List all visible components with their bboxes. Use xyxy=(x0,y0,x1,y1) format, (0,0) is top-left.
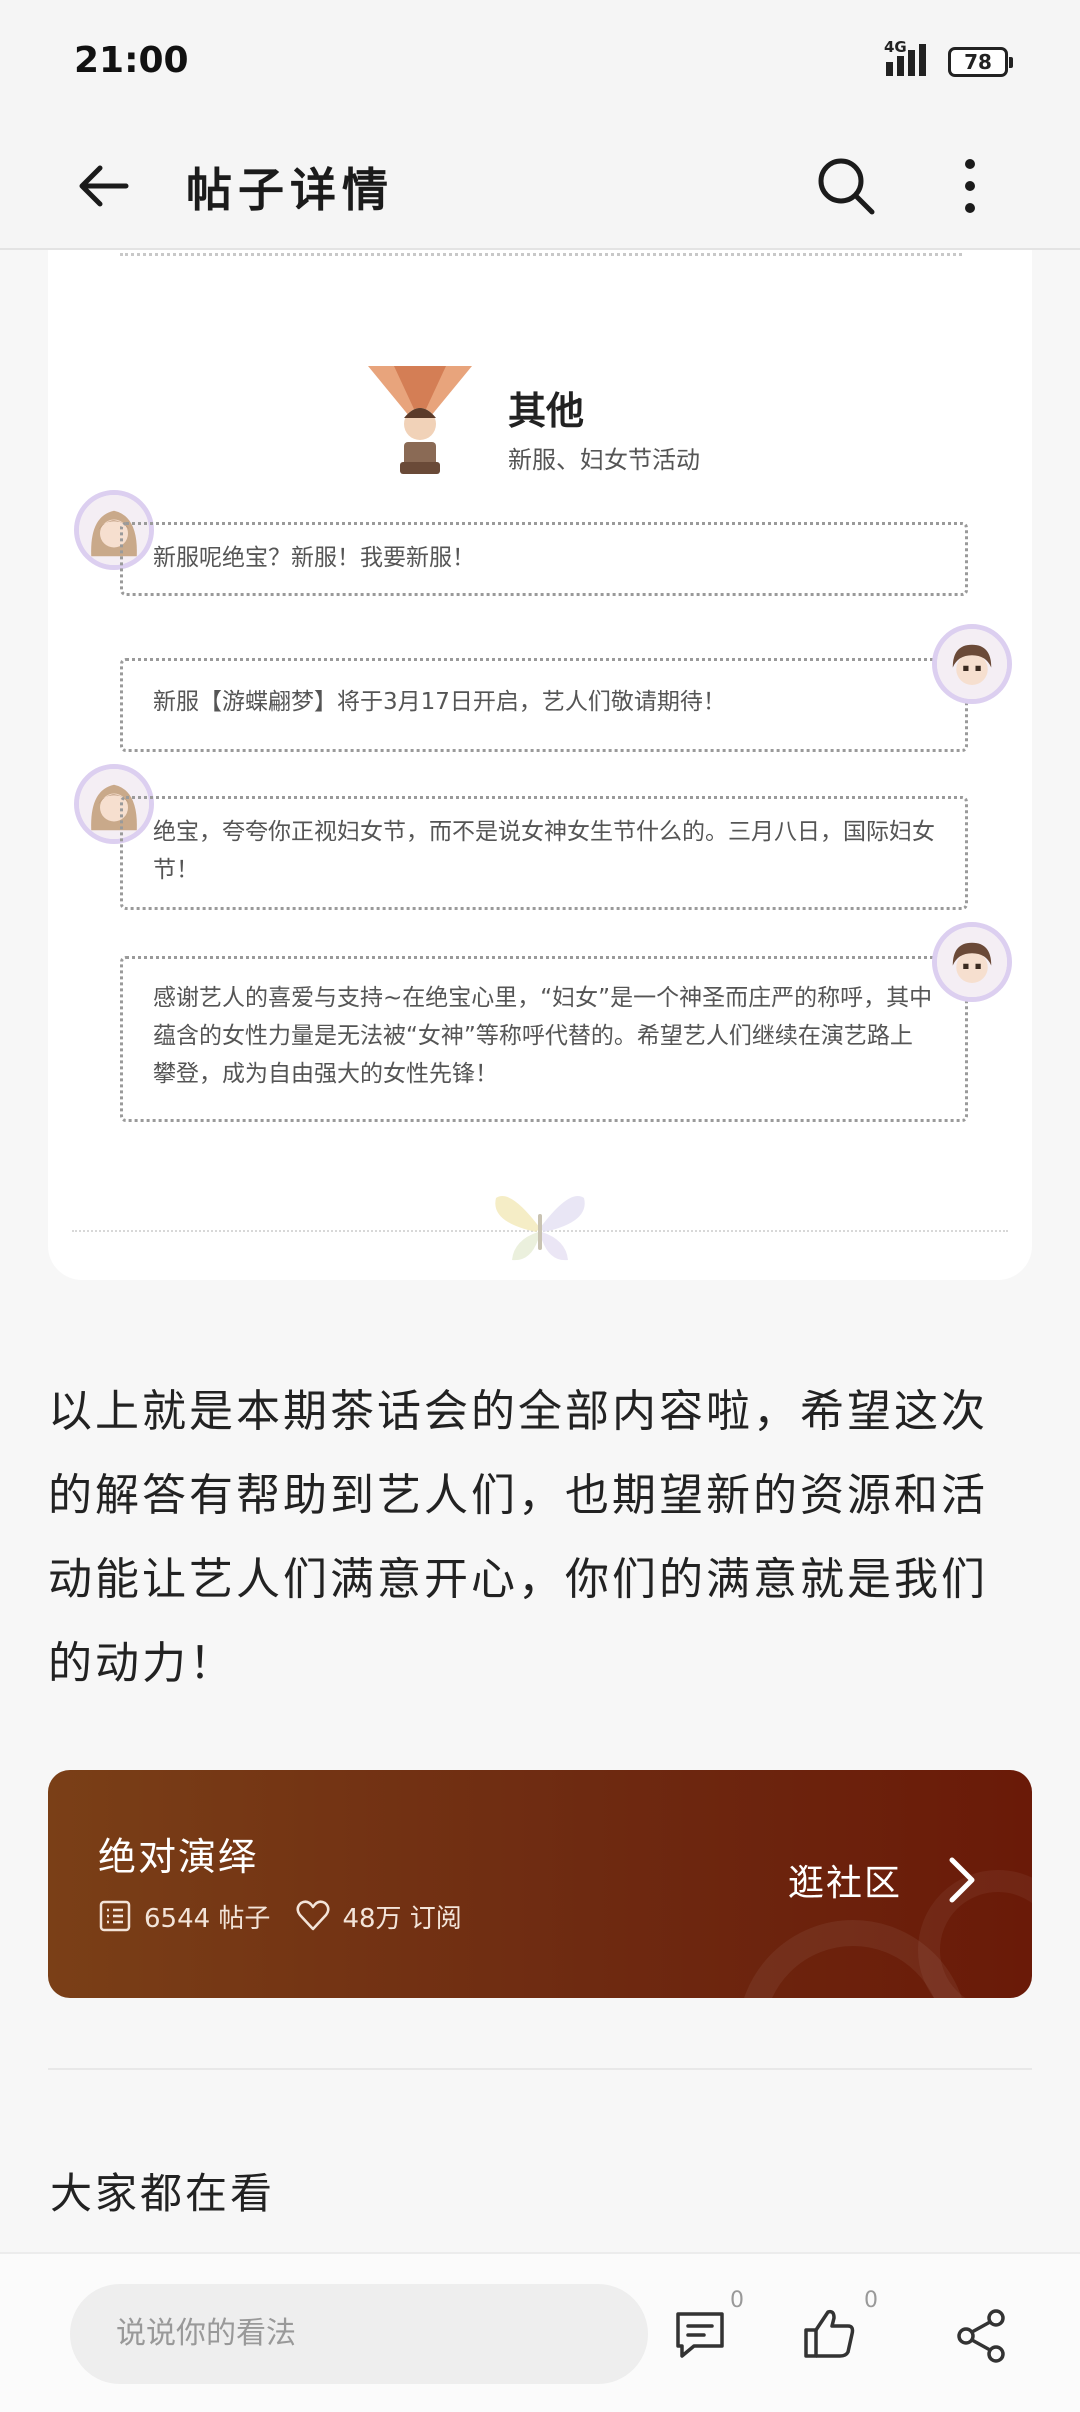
male-avatar-icon xyxy=(932,922,1012,1002)
chat-bubble: 感谢艺人的喜爱与支持~在绝宝心里，“妇女”是一个神圣而庄严的称呼，其中蕴含的女性… xyxy=(120,956,968,1122)
section-title: 其他 xyxy=(508,389,585,433)
status-bar: 21:00 4G 78 xyxy=(0,0,1080,124)
hot-air-balloon-illustration xyxy=(368,366,472,474)
chat-bubble: 新服呢绝宝？新服！我要新服！ xyxy=(120,522,968,596)
comment-count: 0 xyxy=(730,2288,744,2313)
section-subtitle: 新服、妇女节活动 xyxy=(508,446,700,474)
app-bar: 帖子详情 xyxy=(0,124,1080,250)
male-avatar-icon xyxy=(932,624,1012,704)
thumbs-up-icon[interactable] xyxy=(800,2304,860,2364)
share-icon[interactable] xyxy=(952,2306,1012,2366)
search-icon[interactable] xyxy=(814,154,878,218)
like-count: 0 xyxy=(864,2288,878,2313)
section-divider xyxy=(48,2068,1032,2070)
community-post-count: 6544 帖子 xyxy=(144,1903,271,1934)
chevron-right-icon[interactable] xyxy=(940,1854,984,1906)
heart-icon xyxy=(296,1900,330,1931)
status-time: 21:00 xyxy=(74,40,189,81)
signal-icon xyxy=(886,44,926,76)
more-options-icon[interactable] xyxy=(952,152,988,220)
community-subscriber-count: 48万 订阅 xyxy=(342,1903,462,1934)
back-arrow-icon[interactable] xyxy=(74,156,134,216)
visit-community-link[interactable]: 逛社区 xyxy=(788,1854,902,1906)
page-title: 帖子详情 xyxy=(186,163,394,217)
comment-icon[interactable] xyxy=(670,2304,730,2364)
battery-indicator: 78 xyxy=(948,47,1013,77)
chat-bubble: 绝宝，夸夸你正视妇女节，而不是说女神女生节什么的。三月八日，国际妇女节！ xyxy=(120,796,968,910)
recommend-heading: 大家都在看 xyxy=(50,2169,276,2218)
chat-bubble: 新服【游蝶翩梦】将于3月17日开启，艺人们敬请期待！ xyxy=(120,658,968,752)
community-card[interactable]: 绝对演绎 6544 帖子 48万 订阅 逛社区 xyxy=(48,1770,1032,1998)
post-paragraph: 以上就是本期茶话会的全部内容啦，希望这次的解答有帮助到艺人们，也期望新的资源和活… xyxy=(48,1386,988,1689)
dotted-divider xyxy=(120,250,962,256)
community-name: 绝对演绎 xyxy=(98,1835,259,1879)
bottom-action-bar: 说说你的看法 0 0 xyxy=(0,2252,1080,2412)
butterfly-icon xyxy=(495,1196,585,1261)
comment-input[interactable]: 说说你的看法 xyxy=(70,2284,648,2384)
list-icon xyxy=(99,1900,131,1932)
post-image-card: 其他 新服、妇女节活动 新服呢绝宝？新服！我要新服！ 新服【游蝶翩梦】将于3月1… xyxy=(48,250,1032,1280)
community-stats: 6544 帖子 48万 订阅 xyxy=(98,1896,462,1936)
